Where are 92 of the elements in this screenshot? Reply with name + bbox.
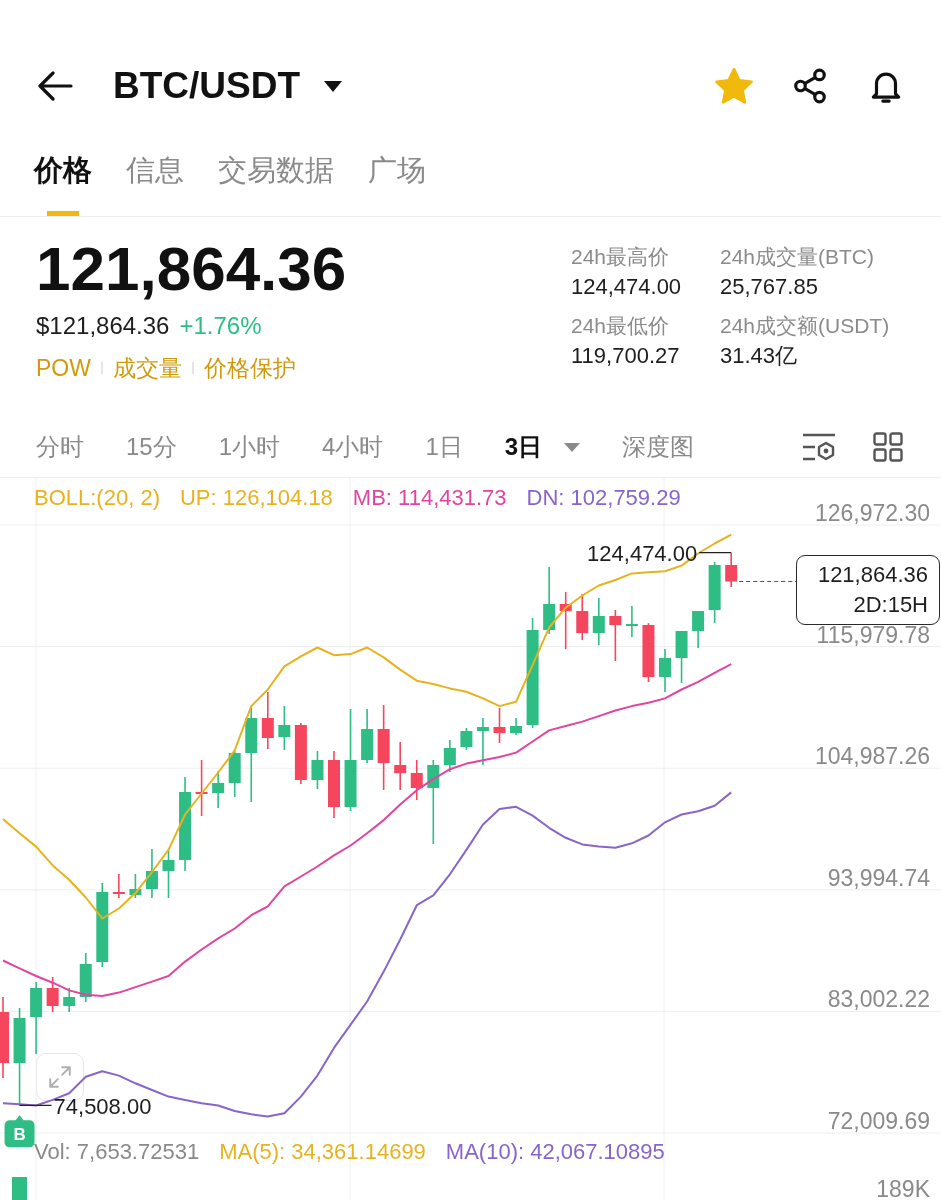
- stat-label: 24h成交量(BTC): [720, 244, 876, 270]
- interval-tab[interactable]: 3日: [504, 431, 581, 463]
- candle: [443, 739, 456, 773]
- candle: [212, 770, 225, 809]
- caret-icon: [564, 442, 581, 452]
- tab[interactable]: 交易数据: [218, 150, 334, 216]
- interval-tab[interactable]: 4小时: [322, 431, 384, 463]
- candle: [410, 759, 423, 801]
- last-price-value: 121,864.36: [817, 560, 928, 589]
- candle: [625, 605, 638, 638]
- last-price-line: [738, 580, 797, 583]
- caret-icon: [324, 80, 343, 92]
- interval-tab[interactable]: 分时: [36, 431, 84, 463]
- candle: [576, 593, 589, 641]
- candle: [725, 551, 738, 588]
- expand-icon: [47, 1064, 73, 1090]
- stat-label: 24h最高价: [571, 244, 671, 270]
- candle: [278, 705, 291, 751]
- candle: [642, 622, 655, 683]
- expand-button[interactable]: [36, 1053, 84, 1101]
- candle: [63, 987, 76, 1013]
- candle: [311, 750, 324, 790]
- axis-label: 72,009.69: [827, 1108, 930, 1134]
- interval-tab[interactable]: 1小时: [218, 431, 281, 463]
- candle: [708, 561, 721, 624]
- candle: [145, 848, 158, 899]
- axis-label: 104,987.26: [814, 743, 930, 770]
- legend-value: MB: 114,431.73: [352, 485, 507, 511]
- interval-tab[interactable]: 15分: [126, 431, 177, 463]
- candle: [460, 727, 473, 751]
- candle: [328, 750, 340, 819]
- candle: [394, 741, 407, 791]
- axis-label: 115,979.78: [816, 621, 930, 648]
- last-price: 121,864.36: [36, 238, 348, 300]
- stat-value: 31.43亿: [720, 342, 799, 370]
- stat-value: 124,474.00: [571, 273, 683, 301]
- axis-label: 93,994.74: [827, 864, 930, 891]
- candle: [195, 759, 208, 817]
- candle: [261, 691, 274, 750]
- axis-label: 83,002.22: [827, 986, 930, 1013]
- volume-bar: [12, 1177, 27, 1200]
- legend-value: MA(5): 34,361.14699: [219, 1139, 426, 1165]
- candle: [46, 976, 59, 1013]
- fiat-price: $121,864.36: [36, 311, 170, 341]
- candle: [79, 952, 92, 1003]
- axis-label: 189K: [876, 1176, 930, 1200]
- candle: [228, 750, 241, 798]
- high-price-label: 124,474.00: [587, 540, 698, 566]
- axis-label: 126,972.30: [814, 500, 930, 526]
- candle: [659, 648, 671, 693]
- grid-icon[interactable]: [871, 432, 905, 462]
- candle: [692, 610, 705, 649]
- tag-link[interactable]: 成交量: [112, 353, 182, 383]
- legend-value: MA(10): 42,067.10895: [445, 1139, 665, 1165]
- interval-tab[interactable]: 1日: [425, 431, 463, 463]
- candle: [675, 630, 688, 684]
- tab[interactable]: 信息: [126, 150, 184, 216]
- low-price-label: 74,508.00: [53, 1094, 152, 1120]
- pair-selector[interactable]: BTC/USDT: [113, 64, 343, 108]
- stat-value: 25,767.85: [720, 273, 819, 301]
- legend-value: DN: 102,759.29: [526, 485, 681, 511]
- candle: [559, 591, 572, 650]
- tab[interactable]: 价格: [34, 150, 92, 216]
- star-icon[interactable]: [715, 67, 753, 105]
- indicator-label: BOLL:(20, 2): [34, 485, 160, 511]
- candle: [609, 609, 622, 662]
- candle: [510, 717, 523, 736]
- leader-line: [698, 552, 732, 554]
- countdown-label: 2D:15H: [853, 590, 928, 619]
- interval-tab[interactable]: 深度图: [622, 431, 695, 463]
- leader-line: [18, 1104, 53, 1106]
- candle: [361, 708, 374, 764]
- tab[interactable]: 广场: [368, 150, 426, 216]
- stat-label: 24h成交额(USDT): [720, 313, 890, 339]
- stat-label: 24h最低价: [571, 313, 671, 339]
- legend-value: Vol: 7,653.72531: [34, 1139, 200, 1165]
- candle: [476, 717, 489, 766]
- candle: [294, 722, 307, 785]
- candle: [493, 707, 506, 744]
- candle: [112, 873, 125, 899]
- share-icon[interactable]: [791, 67, 829, 105]
- indicator-settings-icon[interactable]: [802, 432, 836, 462]
- tag-link[interactable]: POW: [36, 353, 91, 383]
- candle: [543, 566, 556, 635]
- back-icon[interactable]: [37, 71, 73, 101]
- price-change: +1.76%: [179, 311, 262, 341]
- tag-link[interactable]: 价格保护: [203, 353, 296, 383]
- legend-value: UP: 126,104.18: [179, 485, 333, 511]
- candle: [129, 873, 142, 899]
- stat-value: 119,700.27: [571, 342, 681, 370]
- candle: [592, 597, 605, 646]
- buy-marker: B: [4, 1115, 35, 1148]
